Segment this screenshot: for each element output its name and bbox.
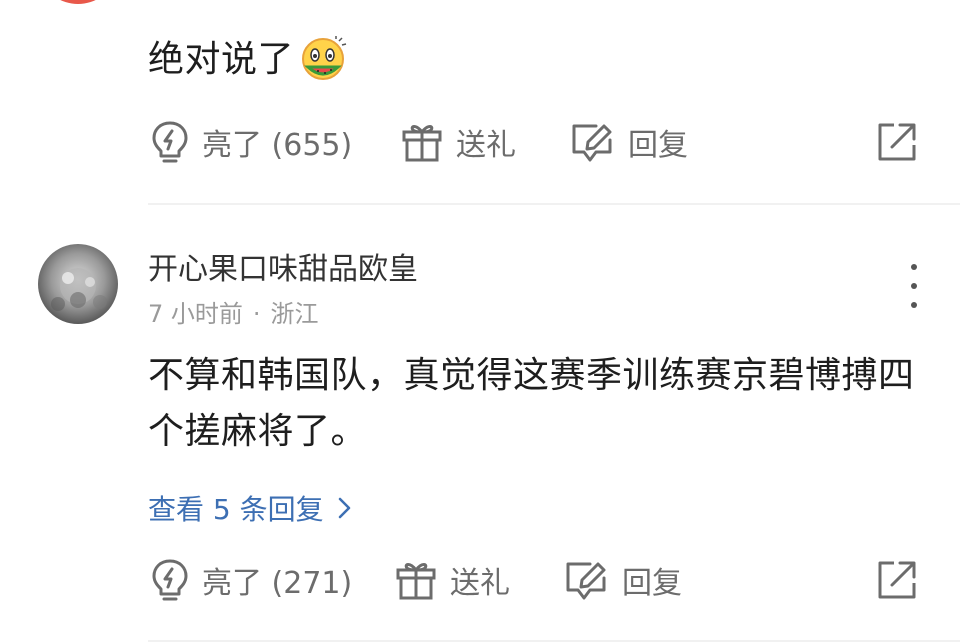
meta-separator: · xyxy=(252,300,261,328)
share-button[interactable] xyxy=(876,550,930,610)
comment-divider xyxy=(148,640,960,642)
gift-button[interactable]: 送礼 xyxy=(400,112,516,172)
location: 浙江 xyxy=(270,300,319,328)
comment-meta: 7 小时前 · 浙江 xyxy=(148,294,319,329)
view-replies-label: 查看 5 条回复 xyxy=(148,493,324,526)
like-label: 亮了 (271) xyxy=(202,566,353,601)
chevron-right-icon xyxy=(338,496,352,520)
watermelon-eating-face-emoji xyxy=(298,35,348,85)
reply-label: 回复 xyxy=(622,566,682,601)
gift-label: 送礼 xyxy=(450,566,510,601)
like-label: 亮了 (655) xyxy=(202,128,353,163)
lightbulb-icon xyxy=(150,120,190,164)
share-button[interactable] xyxy=(876,112,930,172)
comment-actions: 亮了 (655) 送礼 回复 xyxy=(150,112,920,172)
gift-icon xyxy=(394,558,438,602)
more-vertical-icon[interactable] xyxy=(900,264,928,308)
avatar[interactable] xyxy=(38,244,118,324)
reply-button[interactable]: 回复 xyxy=(564,550,682,610)
share-icon xyxy=(876,121,918,163)
share-icon xyxy=(876,559,918,601)
comment-feed: 绝对说了 亮了 (655) 送礼 回复 开心果口味甜品欧皇 7 小时前 · 浙江… xyxy=(0,0,960,644)
reply-edit-icon xyxy=(570,120,616,164)
gift-label: 送礼 xyxy=(456,128,516,163)
comment-actions: 亮了 (271) 送礼 回复 xyxy=(150,550,920,610)
comment-divider xyxy=(148,203,960,205)
gift-icon xyxy=(400,120,444,164)
like-button[interactable]: 亮了 (271) xyxy=(150,550,352,610)
lightbulb-icon xyxy=(150,558,190,602)
reply-label: 回复 xyxy=(628,128,688,163)
comment-text: 绝对说了 xyxy=(148,32,348,88)
comment-body: 不算和韩国队，真觉得这赛季训练赛京碧博搏四个搓麻将了。 xyxy=(148,355,915,452)
username[interactable]: 开心果口味甜品欧皇 xyxy=(148,244,418,288)
comment-body: 绝对说了 xyxy=(148,39,295,80)
reply-button[interactable]: 回复 xyxy=(570,112,688,172)
gift-button[interactable]: 送礼 xyxy=(394,550,510,610)
timestamp: 7 小时前 xyxy=(148,300,243,328)
like-button[interactable]: 亮了 (655) xyxy=(150,112,352,172)
previous-avatar[interactable] xyxy=(46,0,110,4)
view-replies-link[interactable]: 查看 5 条回复 xyxy=(148,488,352,528)
reply-edit-icon xyxy=(564,558,610,602)
